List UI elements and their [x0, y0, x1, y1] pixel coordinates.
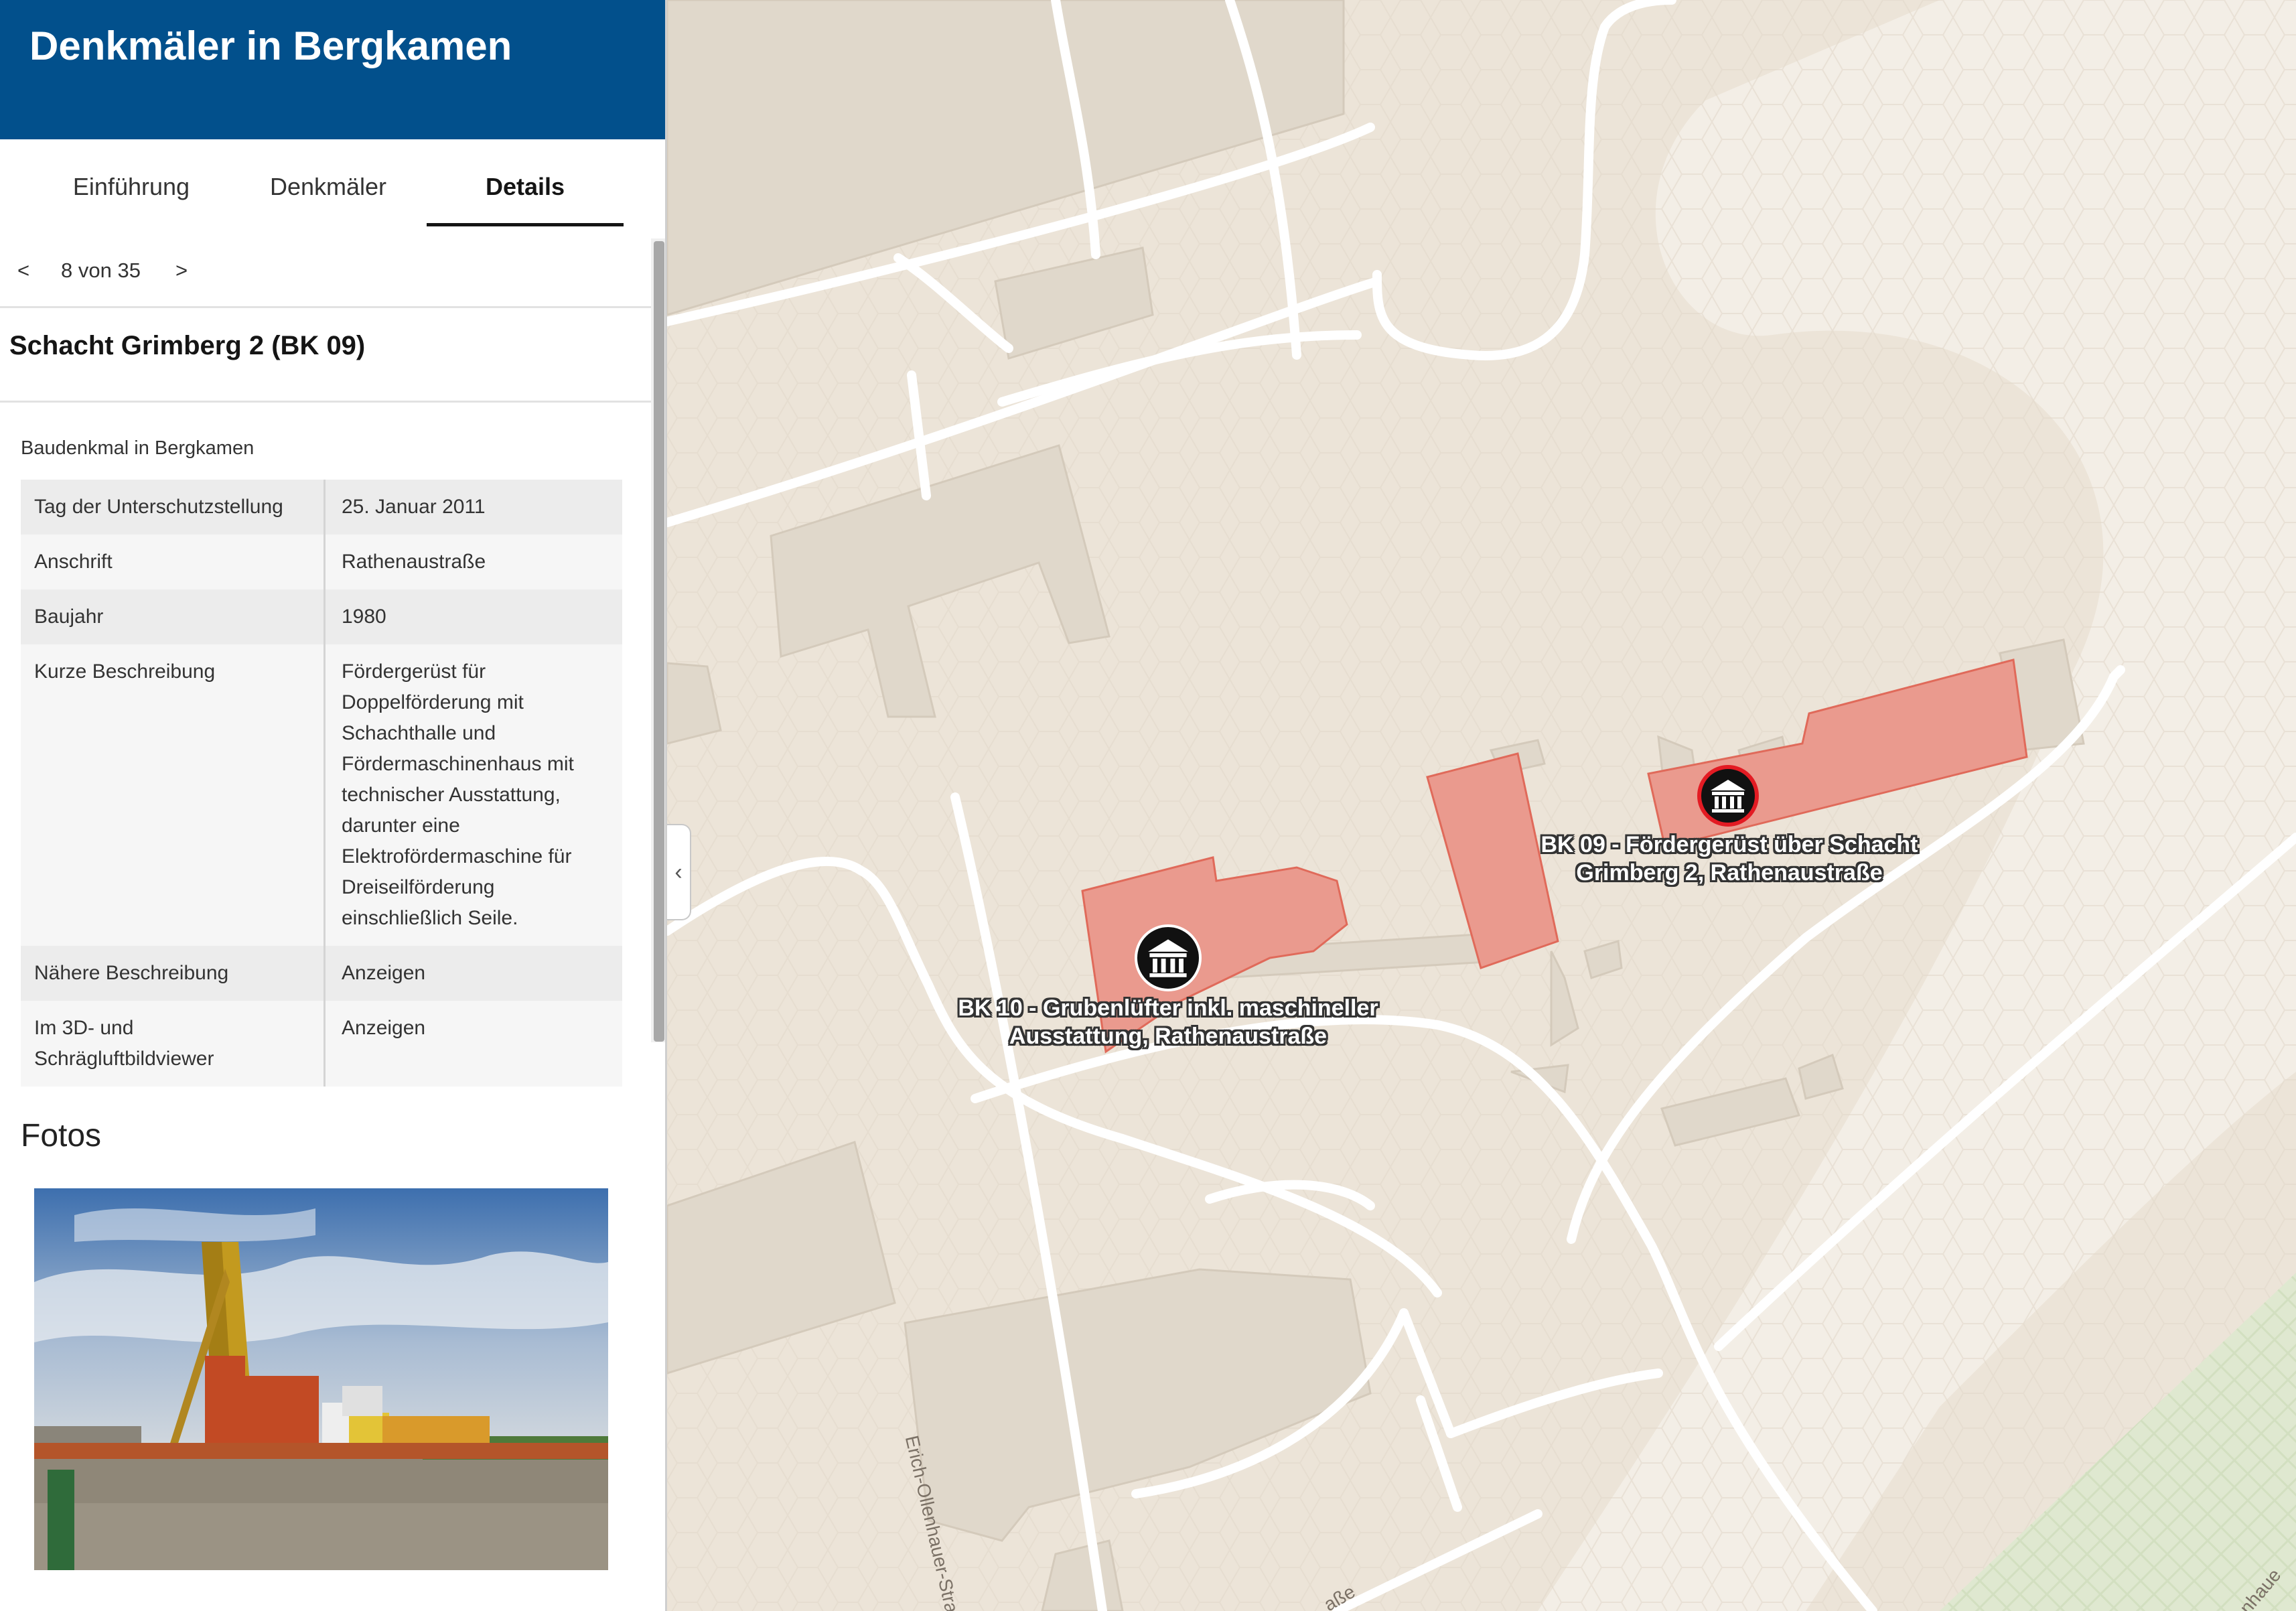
attribute-key: Baujahr — [21, 589, 326, 644]
tab-denkmaeler[interactable]: Denkmäler — [242, 173, 414, 226]
table-row: Tag der Unterschutzstellung 25. Januar 2… — [21, 480, 622, 535]
previous-feature-button[interactable]: < — [17, 259, 29, 283]
feature-subtitle: Baudenkmal in Bergkamen — [21, 437, 255, 459]
collapse-panel-button[interactable]: ‹ — [667, 824, 691, 920]
table-row: Im 3D- und Schrägluftbildviewer Anzeigen — [21, 1001, 622, 1087]
attribute-key: Nähere Beschreibung — [21, 946, 326, 1001]
attribute-table: Tag der Unterschutzstellung 25. Januar 2… — [21, 480, 622, 1087]
museum-icon[interactable] — [1697, 765, 1759, 827]
3d-viewer-link[interactable]: Anzeigen — [324, 1001, 622, 1087]
map-label-line: BK 10 - Grubenlüfter inkl. maschineller — [958, 995, 1378, 1021]
tab-einfuehrung[interactable]: Einführung — [46, 173, 217, 226]
side-panel: Denkmäler in Bergkamen Einführung Denkmä… — [0, 0, 667, 1611]
attribute-value: 1980 — [324, 589, 622, 644]
map-label-bk10[interactable]: BK 10 - Grubenlüfter inkl. maschineller … — [947, 994, 1389, 1050]
map-label-line: Grimberg 2, Rathenaustraße — [1576, 860, 1883, 886]
photos-heading: Fotos — [21, 1118, 102, 1153]
map-label-bk09[interactable]: BK 09 - Fördergerüst über Schacht Grimbe… — [1535, 831, 1924, 887]
panel-scrollbar-thumb[interactable] — [654, 241, 664, 1042]
monument-photo[interactable] — [34, 1188, 608, 1570]
attribute-key: Im 3D- und Schrägluftbildviewer — [21, 1001, 326, 1087]
museum-icon[interactable] — [1135, 924, 1202, 991]
map-label-line: BK 09 - Fördergerüst über Schacht — [1540, 832, 1918, 857]
basemap — [667, 0, 2296, 1611]
feature-pager: < 8 von 35 > — [0, 255, 643, 295]
attribute-key: Kurze Beschreibung — [21, 644, 326, 946]
tab-details[interactable]: Details — [427, 173, 624, 226]
next-feature-button[interactable]: > — [175, 259, 188, 283]
attribute-key: Tag der Unterschutzstellung — [21, 480, 326, 535]
table-row: Baujahr 1980 — [21, 589, 622, 644]
tab-bar: Einführung Denkmäler Details — [0, 139, 665, 226]
feature-title: Schacht Grimberg 2 (BK 09) — [9, 331, 366, 360]
table-row: Anschrift Rathenaustraße — [21, 535, 622, 589]
attribute-value: Fördergerüst für Doppelförderung mit Sch… — [324, 644, 622, 946]
details-link[interactable]: Anzeigen — [324, 946, 622, 1001]
divider — [0, 306, 654, 308]
attribute-key: Anschrift — [21, 535, 326, 589]
map-view[interactable]: BK 09 - Fördergerüst über Schacht Grimbe… — [667, 0, 2296, 1611]
map-label-line: Ausstattung, Rathenaustraße — [1009, 1024, 1328, 1049]
table-row: Kurze Beschreibung Fördergerüst für Dopp… — [21, 644, 622, 946]
photo-image — [34, 1188, 608, 1570]
table-row: Nähere Beschreibung Anzeigen — [21, 946, 622, 1001]
divider — [0, 401, 654, 403]
attribute-value: Rathenaustraße — [324, 535, 622, 589]
app-title: Denkmäler in Bergkamen — [29, 23, 512, 68]
chevron-left-icon: ‹ — [674, 859, 683, 885]
feature-counter: 8 von 35 — [61, 259, 141, 282]
attribute-value: 25. Januar 2011 — [324, 480, 622, 535]
app-header: Denkmäler in Bergkamen — [0, 0, 665, 139]
